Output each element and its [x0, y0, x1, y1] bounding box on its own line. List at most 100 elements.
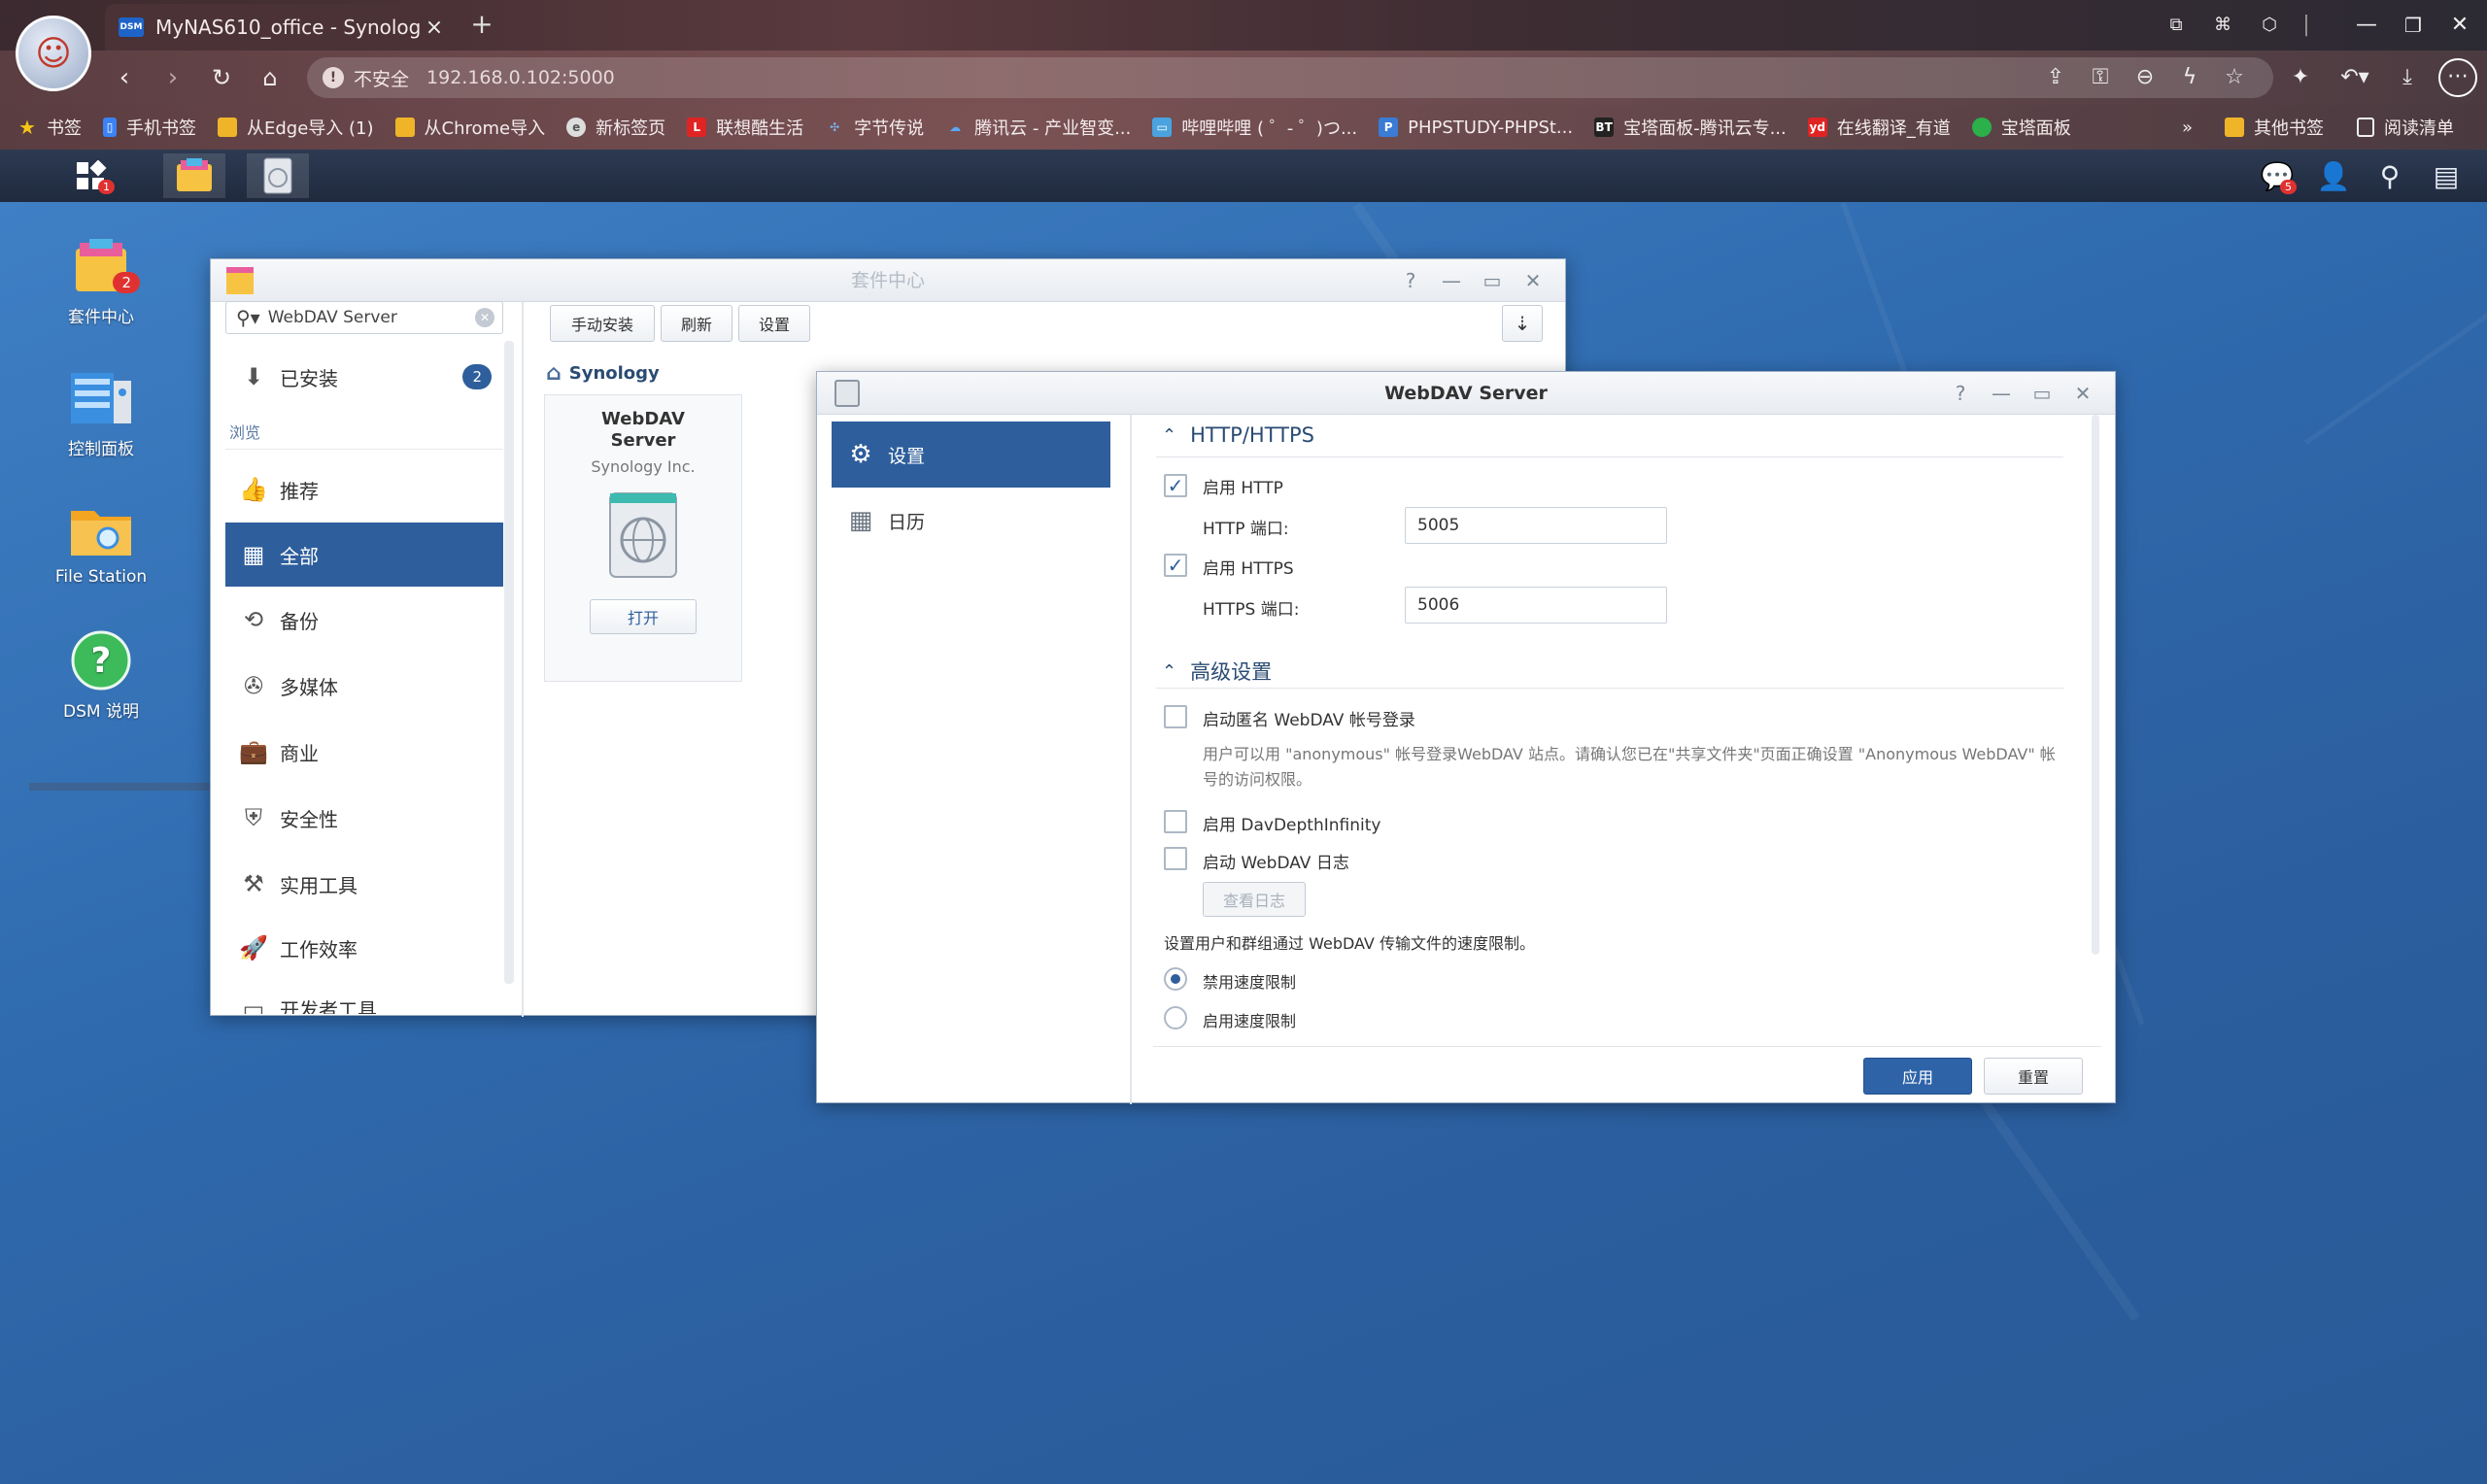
- desktop-icon-dsm-help[interactable]: ? DSM 说明: [47, 629, 155, 722]
- key-icon[interactable]: ⚿: [2083, 60, 2118, 95]
- other-bookmarks[interactable]: 其他书签: [2225, 105, 2324, 150]
- help-icon[interactable]: ?: [1946, 380, 1975, 407]
- desktop-icon-control-panel[interactable]: 控制面板: [47, 367, 155, 459]
- bookmark-item[interactable]: ★ 书签: [17, 115, 82, 140]
- enable-speed-limit-radio[interactable]: [1164, 1006, 1187, 1029]
- lightning-icon[interactable]: ϟ: [2172, 60, 2207, 95]
- extensions-icon[interactable]: ✦: [2283, 60, 2318, 95]
- undo-icon[interactable]: ↶▾: [2332, 60, 2378, 95]
- user-menu-button[interactable]: 👤: [2314, 157, 2353, 196]
- enable-http-checkbox[interactable]: ✓: [1164, 474, 1187, 497]
- bookmark-item[interactable]: yd 在线翻译_有道: [1807, 115, 1951, 140]
- help-icon[interactable]: ?: [1396, 267, 1425, 294]
- home-button[interactable]: ⌂: [251, 58, 290, 97]
- settings-scrollbar[interactable]: [2092, 415, 2099, 955]
- share-icon[interactable]: ⇪: [2038, 60, 2073, 95]
- clear-search-icon[interactable]: ✕: [475, 308, 494, 327]
- apply-button[interactable]: 应用: [1863, 1058, 1972, 1095]
- desktop-icon-label: 套件中心: [68, 308, 134, 327]
- search-button[interactable]: ⚲: [2370, 157, 2409, 196]
- bookmark-item[interactable]: P PHPSTUDY-PHPSt...: [1379, 118, 1573, 138]
- sidebar-scrollbar[interactable]: [504, 341, 514, 984]
- new-tab-button[interactable]: +: [464, 8, 499, 43]
- http-port-input[interactable]: 5005: [1405, 507, 1667, 544]
- minimize-icon[interactable]: —: [1437, 267, 1466, 294]
- notifications-button[interactable]: 💬 5: [2258, 157, 2297, 196]
- sidebar-item-backup[interactable]: ⟲ 备份: [225, 589, 503, 651]
- address-bar[interactable]: ! 不安全 192.168.0.102:5000: [307, 57, 2273, 98]
- sidebar-item-developer-tools[interactable]: ▭ 开发者工具: [225, 981, 503, 1014]
- close-icon[interactable]: ✕: [1518, 267, 1548, 294]
- nav-calendar[interactable]: ▦ 日历: [832, 488, 1110, 554]
- webdav-log-checkbox[interactable]: [1164, 847, 1187, 870]
- open-package-button[interactable]: 打开: [590, 599, 697, 634]
- refresh-button[interactable]: 刷新: [661, 305, 732, 342]
- sidebar-item-all[interactable]: ▦ 全部: [225, 523, 503, 587]
- reload-button[interactable]: ↻: [202, 58, 241, 97]
- sort-button[interactable]: ⇣: [1502, 305, 1543, 342]
- sidebar-item-business[interactable]: 💼 商业: [225, 721, 503, 783]
- bookmark-item[interactable]: ✣ 字节传说: [825, 115, 924, 140]
- view-log-button[interactable]: 查看日志: [1203, 882, 1306, 917]
- enable-https-checkbox[interactable]: ✓: [1164, 554, 1187, 577]
- zoom-icon[interactable]: ⊖: [2128, 60, 2163, 95]
- taskbar-webdav-server[interactable]: [247, 153, 309, 198]
- browser-tab-active[interactable]: DSM MyNAS610_office - Synology D ×: [105, 4, 460, 51]
- settings-button[interactable]: 设置: [738, 305, 810, 342]
- more-menu-icon[interactable]: ⋯: [2438, 58, 2477, 97]
- bookmarks-overflow-button[interactable]: »: [2182, 105, 2193, 150]
- extensions-puzzle-icon[interactable]: ⬡: [2248, 8, 2291, 43]
- bookmark-item[interactable]: e 新标签页: [566, 115, 665, 140]
- close-icon[interactable]: ✕: [2068, 380, 2097, 407]
- desktop-icon-package-center[interactable]: 2 套件中心: [47, 235, 155, 327]
- reading-list[interactable]: 阅读清单: [2357, 105, 2454, 150]
- divider: [225, 449, 503, 450]
- disable-speed-limit-radio[interactable]: [1164, 967, 1187, 991]
- grid-icon: ▦: [242, 541, 265, 568]
- minimize-window-button[interactable]: —: [2345, 8, 2388, 43]
- bookmark-item[interactable]: BT 宝塔面板-腾讯云专...: [1594, 115, 1787, 140]
- sidebar-item-utilities[interactable]: ⚒ 实用工具: [225, 853, 503, 915]
- download-icon[interactable]: ⤓: [2390, 60, 2425, 95]
- sidebar-item-security[interactable]: ⛨ 安全性: [225, 787, 503, 849]
- browser-profile-avatar[interactable]: ☺: [16, 16, 91, 91]
- main-menu-button[interactable]: 1: [60, 153, 122, 198]
- tab-actions-icon[interactable]: ⧉: [2155, 8, 2197, 43]
- bookmark-item[interactable]: L 联想酷生活: [687, 115, 803, 140]
- forward-button[interactable]: ›: [153, 58, 192, 97]
- minimize-icon[interactable]: —: [1987, 380, 2016, 407]
- depth-infinity-checkbox[interactable]: [1164, 810, 1187, 833]
- section-advanced[interactable]: ⌃ 高级设置: [1162, 657, 1272, 686]
- bookmark-item[interactable]: 从Chrome导入: [394, 115, 545, 140]
- maximize-icon[interactable]: ▭: [1478, 267, 1507, 294]
- close-window-button[interactable]: ✕: [2438, 8, 2481, 43]
- bookmark-item[interactable]: ☁ 腾讯云 - 产业智变...: [945, 115, 1131, 140]
- package-card[interactable]: WebDAV Server Synology Inc. 打开: [544, 394, 742, 682]
- back-button[interactable]: ‹: [105, 58, 144, 97]
- maximize-icon[interactable]: ▭: [2027, 380, 2057, 407]
- bookmark-item[interactable]: 从Edge导入 (1): [218, 115, 374, 140]
- sidebar-item-installed[interactable]: ⬇ 已安装 2: [225, 346, 503, 408]
- manual-install-button[interactable]: 手动安装: [550, 305, 655, 342]
- taskbar-package-center[interactable]: [163, 153, 225, 198]
- https-port-input[interactable]: 5006: [1405, 587, 1667, 624]
- sidebar-item-multimedia[interactable]: ✇ 多媒体: [225, 655, 503, 717]
- package-search-input[interactable]: ⚲▾ WebDAV Server ✕: [225, 301, 503, 334]
- favorite-star-icon[interactable]: ☆: [2217, 60, 2252, 95]
- bookmark-item[interactable]: ▯ 手机书签: [103, 115, 196, 140]
- sidebar-item-productivity[interactable]: 🚀 工作效率: [225, 917, 503, 979]
- nav-settings[interactable]: ⚙ 设置: [832, 422, 1110, 488]
- window-titlebar[interactable]: 套件中心 ? — ▭ ✕: [211, 259, 1565, 302]
- tab-close-icon[interactable]: ×: [422, 16, 447, 40]
- bookmark-item[interactable]: ▭ 哔哩哔哩 ( ゜- ゜)つ...: [1152, 115, 1357, 140]
- collections-icon[interactable]: ⌘: [2201, 8, 2244, 43]
- desktop-icon-file-station[interactable]: File Station: [47, 499, 155, 587]
- bookmark-item[interactable]: 宝塔面板: [1971, 115, 2071, 140]
- widgets-button[interactable]: ▤: [2427, 157, 2466, 196]
- restore-window-button[interactable]: ❐: [2392, 8, 2435, 43]
- reset-button[interactable]: 重置: [1984, 1058, 2083, 1095]
- anonymous-login-checkbox[interactable]: [1164, 705, 1187, 728]
- section-http-https[interactable]: ⌃ HTTP/HTTPS: [1162, 423, 1314, 447]
- sidebar-item-recommended[interactable]: 👍 推荐: [225, 458, 503, 521]
- window-titlebar[interactable]: WebDAV Server ? — ▭ ✕: [817, 372, 2115, 415]
